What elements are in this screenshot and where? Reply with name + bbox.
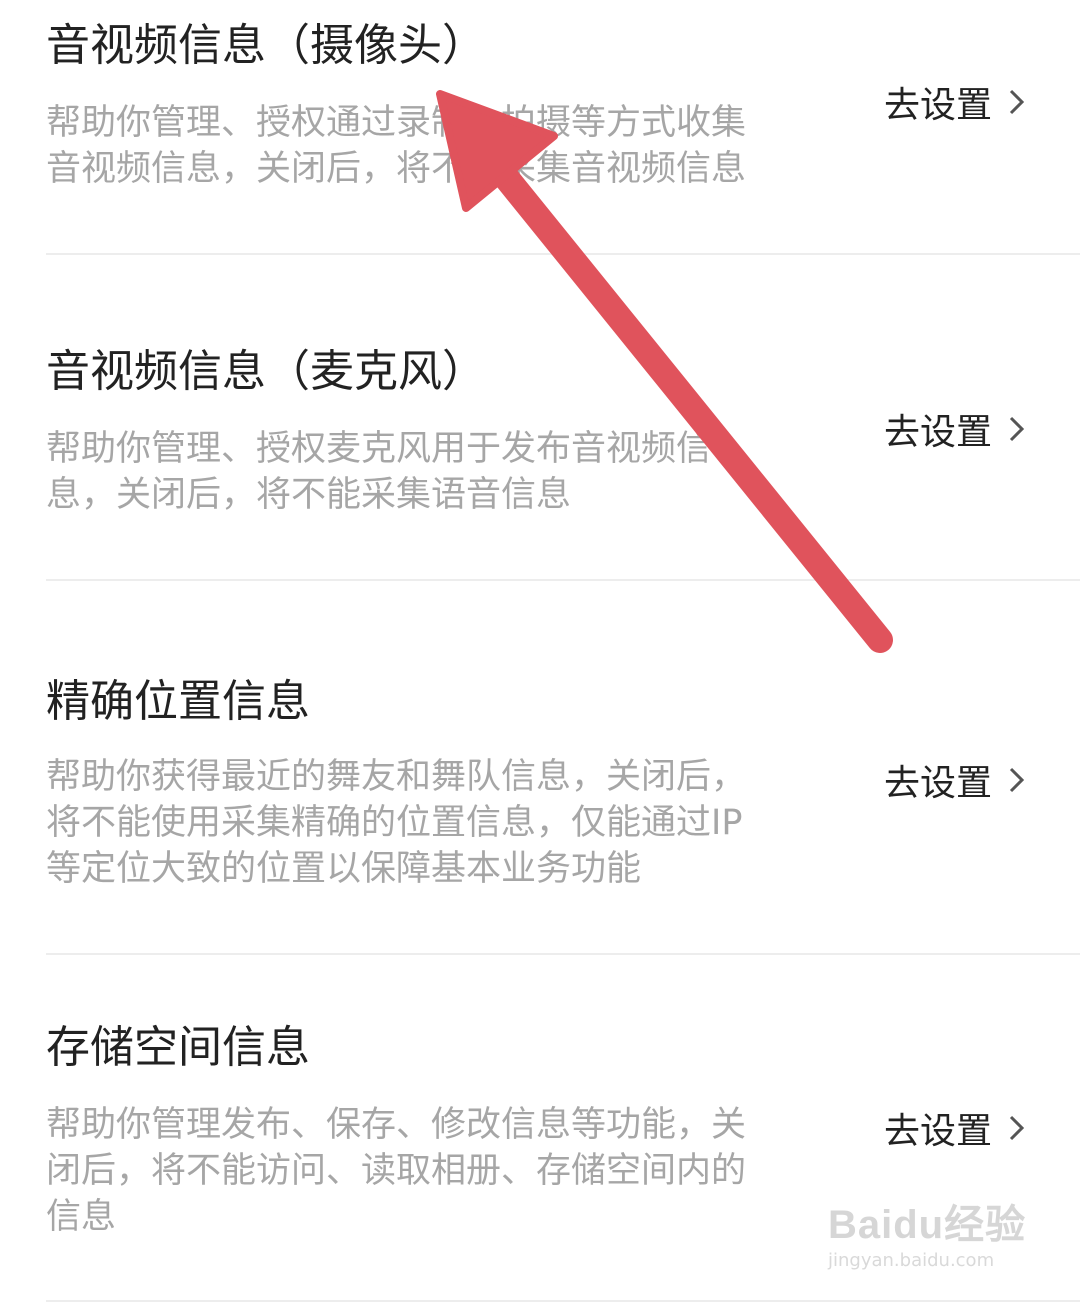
go-settings-label: 去设置 (884, 1111, 993, 1152)
item-description-line: 帮助你管理、授权麦克风用于发布音视频信 (46, 429, 712, 469)
go-settings-label: 去设置 (884, 763, 993, 804)
item-description-line: 等定位大致的位置以保障基本业务功能 (46, 849, 642, 889)
item-description-line: 帮助你管理、授权通过录制、拍摄等方式收集 (46, 103, 747, 143)
watermark-url: jingyan.baidu.com (828, 1250, 995, 1271)
chevron-right-icon (1009, 767, 1025, 793)
chevron-right-icon (1009, 416, 1025, 442)
divider (46, 1300, 1080, 1302)
item-title: 存储空间信息 (46, 1022, 310, 1073)
item-description-line: 息，关闭后，将不能采集语音信息 (46, 475, 572, 515)
go-settings-label: 去设置 (884, 412, 993, 453)
go-settings-button[interactable]: 去设置 (884, 754, 1028, 806)
item-description-line: 闭后，将不能访问、读取相册、存储空间内的 (46, 1151, 747, 1191)
permission-item-microphone: 音视频信息（麦克风） 帮助你管理、授权麦克风用于发布音视频信 息，关闭后，将不能… (0, 254, 1080, 580)
watermark: Baidu经验 jingyan.baidu.com (828, 1192, 1028, 1292)
item-description: 帮助你管理、授权麦克风用于发布音视频信 息，关闭后，将不能采集语音信息 (46, 426, 836, 518)
item-description-line: 信息 (46, 1197, 117, 1237)
item-description-line: 帮助你管理发布、保存、修改信息等功能，关 (46, 1105, 747, 1145)
go-settings-button[interactable]: 去设置 (884, 76, 1028, 128)
chevron-right-icon (1009, 89, 1025, 115)
item-description: 帮助你管理、授权通过录制、拍摄等方式收集 音视频信息，关闭后，将不能采集音视频信… (46, 100, 836, 192)
permission-item-location: 精确位置信息 帮助你获得最近的舞友和舞队信息，关闭后， 将不能使用采集精确的位置… (0, 580, 1080, 954)
item-description: 帮助你获得最近的舞友和舞队信息，关闭后， 将不能使用采集精确的位置信息，仅能通过… (46, 754, 836, 892)
item-description-line: 帮助你获得最近的舞友和舞队信息，关闭后， (46, 757, 747, 797)
go-settings-button[interactable]: 去设置 (884, 403, 1028, 455)
watermark-logo: Baidu经验 (828, 1203, 1027, 1247)
go-settings-label: 去设置 (884, 85, 993, 126)
go-settings-button[interactable]: 去设置 (884, 1102, 1028, 1154)
item-title: 精确位置信息 (46, 676, 310, 727)
item-title: 音视频信息（摄像头） (46, 20, 486, 71)
chevron-right-icon (1009, 1115, 1025, 1141)
item-title: 音视频信息（麦克风） (46, 346, 486, 397)
item-description: 帮助你管理发布、保存、修改信息等功能，关 闭后，将不能访问、读取相册、存储空间内… (46, 1102, 836, 1240)
item-description-line: 将不能使用采集精确的位置信息，仅能通过IP (46, 803, 743, 843)
item-description-line: 音视频信息，关闭后，将不能采集音视频信息 (46, 149, 747, 189)
permission-item-camera: 音视频信息（摄像头） 帮助你管理、授权通过录制、拍摄等方式收集 音视频信息，关闭… (0, 0, 1080, 254)
